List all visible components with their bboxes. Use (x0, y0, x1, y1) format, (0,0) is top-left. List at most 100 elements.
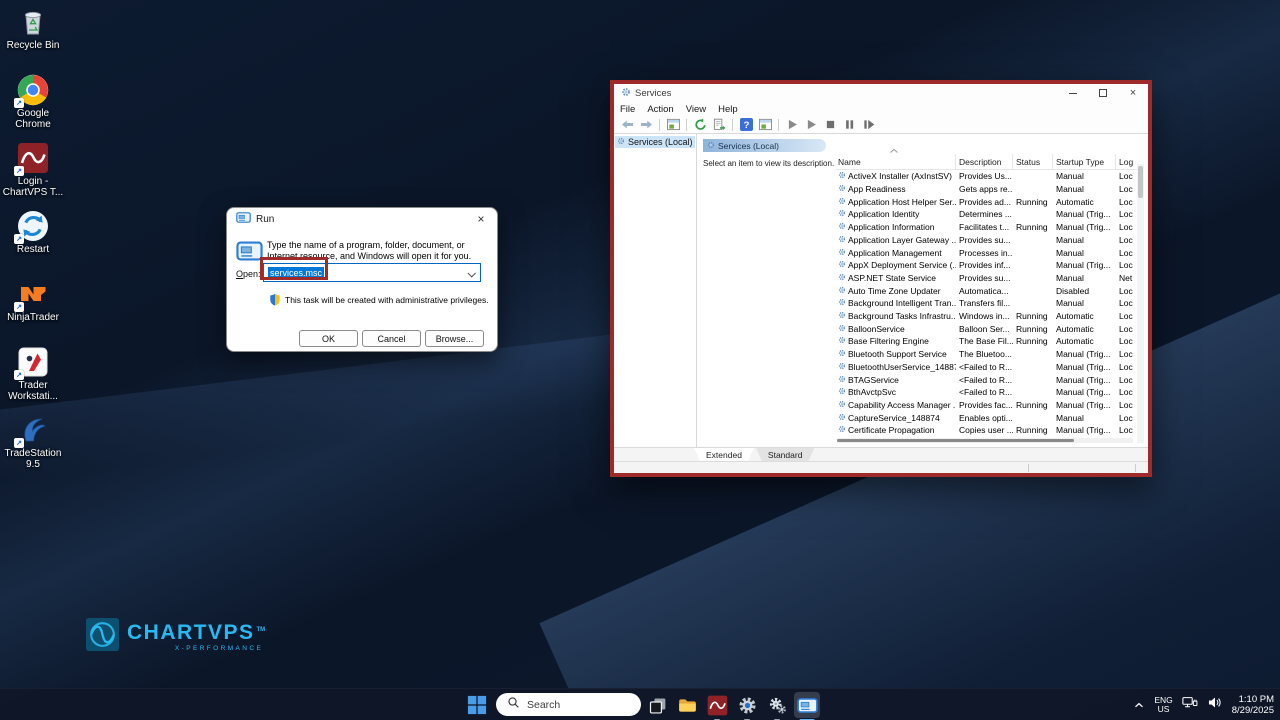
service-row[interactable]: Application IdentityDetermines ...Manual… (835, 208, 1137, 221)
service-row[interactable]: CaptureService_148874Enables opti...Manu… (835, 411, 1137, 424)
service-row[interactable]: App ReadinessGets apps re...ManualLoc (835, 183, 1137, 196)
service-row[interactable]: Background Intelligent Tran...Transfers … (835, 297, 1137, 310)
minimize-icon[interactable] (1058, 84, 1088, 102)
windows-start-icon[interactable] (466, 694, 488, 716)
ok-button[interactable]: OK (299, 330, 358, 347)
vertical-scrollbar[interactable] (1137, 164, 1144, 443)
service-row[interactable]: Base Filtering EngineThe Base Fil...Runn… (835, 335, 1137, 348)
service-startup: Manual (Trig... (1053, 362, 1116, 372)
service-description: Provides su... (956, 235, 1013, 245)
service-row[interactable]: BluetoothUserService_148874<Failed to R.… (835, 361, 1137, 374)
service-row[interactable]: Application InformationFacilitates t...R… (835, 221, 1137, 234)
column-header-startup-type[interactable]: Startup Type (1053, 154, 1116, 169)
taskbar-icon-services-console[interactable] (764, 692, 790, 718)
service-startup: Manual (Trig... (1053, 387, 1116, 397)
service-description: Provides Us... (956, 171, 1013, 181)
service-startup: Manual (1053, 184, 1116, 194)
service-name: Base Filtering Engine (835, 336, 956, 346)
vertical-scrollbar-thumb[interactable] (1138, 166, 1143, 198)
taskbar-icon-settings[interactable] (734, 692, 760, 718)
run-dialog-buttons: OKCancelBrowse... (299, 330, 484, 347)
service-row[interactable]: AppX Deployment Service (...Provides inf… (835, 259, 1137, 272)
service-row[interactable]: BthAvctpSvc<Failed to R... Manual (Trig..… (835, 386, 1137, 399)
maximize-icon[interactable] (1088, 84, 1118, 102)
service-description: <Failed to R... (956, 387, 1013, 397)
taskbar-search[interactable]: Search (496, 693, 641, 716)
services-gear-icon (707, 141, 715, 151)
desktop-icon-trader-workstation[interactable]: ↗TraderWorkstati... (0, 346, 66, 408)
service-gear-icon (838, 248, 846, 258)
tree-item-services-local[interactable]: Services (Local) (615, 136, 695, 148)
desktop-icon-recycle-bin[interactable]: Recycle Bin (0, 6, 66, 68)
service-row[interactable]: Application Layer Gateway ...Provides su… (835, 234, 1137, 247)
desktop-icon-login-chartvps[interactable]: ↗Login -ChartVPS T... (0, 142, 66, 204)
run-dialog-title: Run (256, 214, 274, 225)
volume-icon[interactable] (1207, 696, 1223, 714)
column-header-status[interactable]: Status (1013, 154, 1053, 169)
service-row[interactable]: ASP.NET State ServiceProvides su...Manua… (835, 272, 1137, 285)
desktop-icon-tradestation[interactable]: ↗TradeStation9.5 (0, 414, 66, 476)
taskbar-icon-task-view[interactable] (644, 692, 670, 718)
desktop-icon-google-chrome[interactable]: ↗GoogleChrome (0, 74, 66, 136)
service-row[interactable]: Background Tasks Infrastru...Windows in.… (835, 310, 1137, 323)
menu-item-help[interactable]: Help (718, 104, 745, 115)
clock[interactable]: 1:10 PM 8/29/2025 (1232, 694, 1274, 716)
toolbar-help-icon[interactable]: ? (738, 117, 754, 132)
desktop-icon-ninjatrader[interactable]: ↗NinjaTrader (0, 278, 66, 340)
toolbar-step-icon[interactable] (860, 117, 876, 132)
taskbar: Search ENG US 1:10 PM 8/29/2025 (0, 688, 1280, 720)
chevron-down-icon[interactable] (467, 269, 475, 277)
service-row[interactable]: Bluetooth Support ServiceThe Bluetoo...M… (835, 348, 1137, 361)
toolbar-refresh-icon[interactable] (692, 117, 708, 132)
service-row[interactable]: Capability Access Manager ...Provides fa… (835, 399, 1137, 412)
toolbar-arrow-right-icon[interactable] (638, 117, 654, 132)
service-name: Capability Access Manager ... (835, 400, 956, 410)
chartvps-brand-text: CHARTVPSTM (127, 618, 265, 645)
service-row[interactable]: BalloonServiceBalloon Ser...RunningAutom… (835, 322, 1137, 335)
services-statusbar (614, 461, 1148, 473)
column-header-description[interactable]: Description (956, 154, 1013, 169)
service-gear-icon (838, 286, 846, 296)
service-row[interactable]: BTAGService<Failed to R...Manual (Trig..… (835, 373, 1137, 386)
horizontal-scrollbar-thumb[interactable] (837, 439, 1074, 442)
close-icon[interactable]: × (1118, 84, 1148, 102)
toolbar-pause-icon[interactable] (841, 117, 857, 132)
service-row[interactable]: Application Host Helper Ser...Provides a… (835, 195, 1137, 208)
language-indicator[interactable]: ENG US (1154, 696, 1172, 714)
close-icon[interactable]: × (468, 210, 494, 228)
menu-item-file[interactable]: File (620, 104, 642, 115)
toolbar-stop-icon[interactable] (822, 117, 838, 132)
services-local-header: Services (Local) (703, 139, 826, 152)
tab-standard[interactable]: Standard (756, 448, 815, 461)
taskbar-icon-run[interactable] (794, 692, 820, 718)
network-icon[interactable] (1182, 696, 1198, 714)
toolbar-console-window-icon[interactable] (665, 117, 681, 132)
desktop-icon-restart[interactable]: ↗Restart (0, 210, 66, 272)
service-row[interactable]: Certificate PropagationCopies user ...Ru… (835, 424, 1137, 437)
toolbar-play-icon[interactable] (784, 117, 800, 132)
tray-time: 1:10 PM (1232, 694, 1274, 705)
service-name: AppX Deployment Service (... (835, 260, 956, 270)
service-row[interactable]: Auto Time Zone UpdaterAutomatica...Disab… (835, 284, 1137, 297)
tab-extended[interactable]: Extended (694, 448, 754, 461)
cancel-button[interactable]: Cancel (362, 330, 421, 347)
toolbar-console-window-icon[interactable] (757, 117, 773, 132)
services-titlebar[interactable]: Services × (614, 84, 1148, 102)
run-dialog-titlebar[interactable]: Run (227, 208, 497, 230)
toolbar-play-icon[interactable] (803, 117, 819, 132)
tray-chevron-up-icon[interactable] (1133, 696, 1145, 714)
service-row[interactable]: ActiveX Installer (AxInstSV)Provides Us.… (835, 170, 1137, 183)
service-name: BthAvctpSvc (835, 387, 956, 397)
toolbar-arrow-left-icon[interactable] (619, 117, 635, 132)
taskbar-icon-ninjatrader[interactable] (704, 692, 730, 718)
menu-item-action[interactable]: Action (647, 104, 680, 115)
toolbar-export-list-icon[interactable] (711, 117, 727, 132)
desktop-icon-label: Login -ChartVPS T... (3, 176, 63, 198)
service-description: Gets apps re... (956, 184, 1013, 194)
browse-button[interactable]: Browse... (425, 330, 484, 347)
menu-item-view[interactable]: View (686, 104, 713, 115)
service-row[interactable]: Application ManagementProcesses in...Man… (835, 246, 1137, 259)
taskbar-icon-file-explorer[interactable] (674, 692, 700, 718)
horizontal-scrollbar[interactable] (837, 438, 1133, 443)
column-header-name[interactable]: Name (835, 154, 956, 169)
